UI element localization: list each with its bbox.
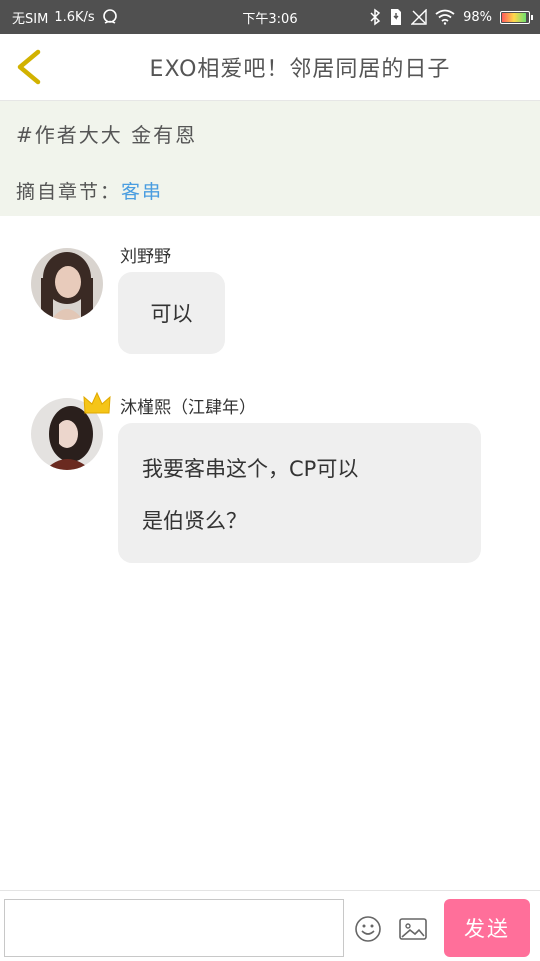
app-header: EXO相爱吧！邻居同居的日子 [0,34,540,101]
chapter-link[interactable]: 客串 [121,181,163,203]
sender-name: 刘野野 [120,247,171,267]
sender-name: 沐槿熙（江肆年） [120,398,256,418]
author-tag[interactable]: #作者大大 金有恩 [16,119,197,148]
chapter-line: 摘自章节：客串 [16,177,163,204]
composer-bar: 发送 [0,890,540,961]
message-input[interactable] [4,899,344,957]
battery-percent: 98% [463,9,492,25]
emoji-icon[interactable] [354,915,382,943]
message-text: 可以 [150,302,193,326]
message-bubble[interactable]: 我要客串这个，CP可以 是伯贤么？ [118,423,481,563]
image-icon[interactable] [398,915,428,943]
send-button[interactable]: 发送 [444,899,530,957]
status-left: 无SIM 1.6K/s [12,0,119,34]
status-right: 98% [369,0,533,34]
crown-icon [83,391,111,414]
message-text-line-2: 是伯贤么？ [142,509,247,533]
wifi-icon [435,9,455,25]
sim-card-icon [391,9,402,25]
back-arrow-icon[interactable] [12,48,48,86]
avatar[interactable] [31,248,103,320]
notification-icon [102,9,117,24]
message-text-line-1: 我要客串这个，CP可以 [142,457,359,481]
page-title: EXO相爱吧！邻居同居的日子 [149,57,451,82]
network-speed: 1.6K/s [54,9,95,25]
no-signal-icon [411,9,427,25]
battery-icon [500,10,533,24]
bluetooth-icon [370,8,381,26]
status-bar: 无SIM 1.6K/s 下午3:06 98% [0,0,540,34]
message-bubble[interactable]: 可以 [118,272,225,354]
chapter-label: 摘自章节： [16,181,122,203]
status-time: 下午3:06 [242,11,298,27]
carrier-text: 无SIM [12,11,49,27]
story-info-panel: #作者大大 金有恩 摘自章节：客串 [0,101,540,216]
